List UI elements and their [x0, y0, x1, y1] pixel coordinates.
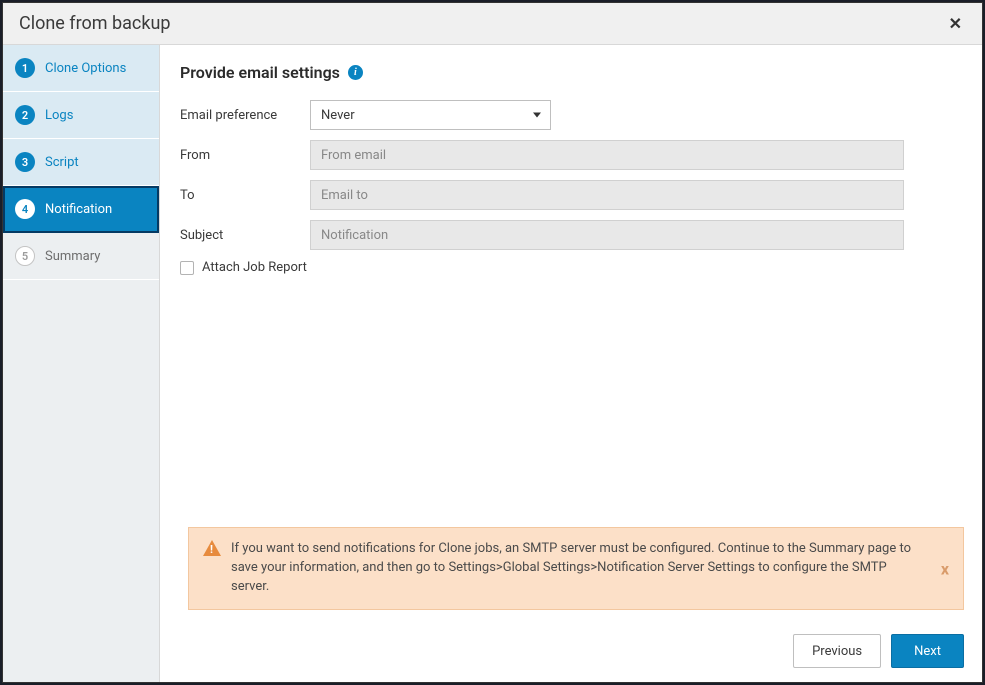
dialog-title: Clone from backup: [19, 13, 170, 34]
content-main: Provide email settings i Email preferenc…: [160, 45, 982, 527]
row-to: To: [180, 180, 954, 210]
sidebar-item-logs[interactable]: 2 Logs: [3, 92, 159, 139]
alert-text: If you want to send notifications for Cl…: [231, 540, 917, 597]
close-icon[interactable]: ✕: [945, 14, 966, 33]
row-email-preference: Email preference Never: [180, 100, 954, 130]
label-attach-report: Attach Job Report: [202, 260, 307, 275]
next-button[interactable]: Next: [891, 634, 964, 668]
heading-row: Provide email settings i: [180, 63, 954, 82]
step-label: Summary: [45, 249, 100, 264]
email-preference-select[interactable]: Never: [310, 100, 551, 130]
step-label: Notification: [45, 202, 112, 217]
label-from: From: [180, 148, 310, 163]
from-field[interactable]: [310, 140, 904, 170]
step-number: 4: [15, 199, 35, 219]
sidebar-item-summary[interactable]: 5 Summary: [3, 233, 159, 280]
step-label: Logs: [45, 108, 73, 123]
step-number: 2: [15, 105, 35, 125]
step-label: Script: [45, 155, 79, 170]
sidebar-item-notification[interactable]: 4 Notification: [3, 186, 159, 233]
alert-close-icon[interactable]: x: [941, 559, 949, 578]
subject-field[interactable]: [310, 220, 904, 250]
clone-backup-dialog: Clone from backup ✕ 1 Clone Options 2 Lo…: [2, 2, 983, 683]
label-subject: Subject: [180, 228, 310, 243]
footer: Previous Next: [160, 624, 982, 682]
step-label: Clone Options: [45, 61, 126, 76]
row-from: From: [180, 140, 954, 170]
attach-report-checkbox[interactable]: [180, 261, 194, 275]
titlebar: Clone from backup ✕: [3, 3, 982, 45]
row-subject: Subject: [180, 220, 954, 250]
smtp-warning-alert: If you want to send notifications for Cl…: [188, 527, 964, 610]
label-to: To: [180, 188, 310, 203]
dialog-body: 1 Clone Options 2 Logs 3 Script 4 Notifi…: [3, 45, 982, 682]
page-title: Provide email settings: [180, 63, 340, 82]
previous-button[interactable]: Previous: [793, 634, 881, 668]
row-attach-report: Attach Job Report: [180, 260, 954, 275]
to-field[interactable]: [310, 180, 904, 210]
step-number: 1: [15, 58, 35, 78]
select-value: Never: [321, 108, 355, 123]
info-icon[interactable]: i: [348, 65, 363, 80]
sidebar-item-script[interactable]: 3 Script: [3, 139, 159, 186]
step-number: 5: [15, 246, 35, 266]
warning-icon: [203, 540, 221, 556]
wizard-sidebar: 1 Clone Options 2 Logs 3 Script 4 Notifi…: [3, 45, 160, 682]
sidebar-item-clone-options[interactable]: 1 Clone Options: [3, 45, 159, 92]
step-number: 3: [15, 152, 35, 172]
label-email-preference: Email preference: [180, 108, 310, 123]
content-pane: Provide email settings i Email preferenc…: [160, 45, 982, 682]
